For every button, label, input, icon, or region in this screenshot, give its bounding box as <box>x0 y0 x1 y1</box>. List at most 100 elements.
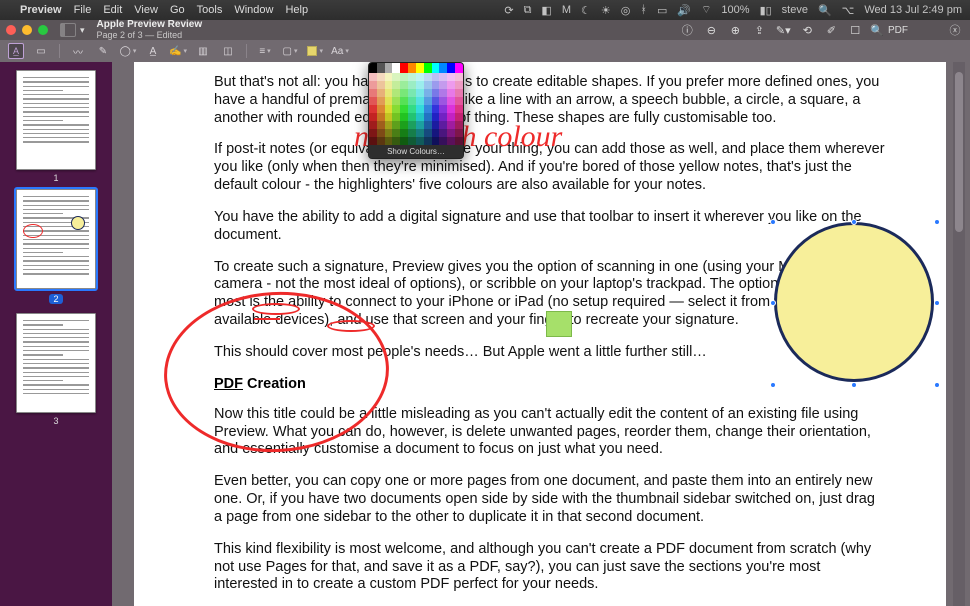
color-swatch[interactable] <box>432 73 440 81</box>
color-swatch[interactable] <box>439 137 447 145</box>
sketch-tool[interactable]: 〰 <box>70 43 86 59</box>
color-swatch[interactable] <box>408 113 416 121</box>
color-swatch[interactable] <box>416 129 424 137</box>
color-swatch[interactable] <box>432 137 440 145</box>
show-colors-button[interactable]: Show Colours… <box>369 145 463 158</box>
color-swatch[interactable] <box>455 113 463 121</box>
color-swatch[interactable] <box>455 97 463 105</box>
color-swatch[interactable] <box>408 73 416 81</box>
color-swatch[interactable] <box>424 81 432 89</box>
color-swatch[interactable] <box>392 97 400 105</box>
zoom-in-button[interactable]: ⊕ <box>726 22 744 38</box>
color-swatch[interactable] <box>416 137 424 145</box>
color-swatch[interactable] <box>392 129 400 137</box>
color-swatch[interactable] <box>400 137 408 145</box>
color-swatch[interactable] <box>447 129 455 137</box>
color-swatch[interactable] <box>408 121 416 129</box>
color-swatch[interactable] <box>424 73 432 81</box>
page-thumbnail[interactable]: 1 <box>16 70 96 183</box>
selection-handle[interactable] <box>934 382 940 388</box>
shapes-tool[interactable]: ◯ <box>120 43 136 59</box>
text-tool[interactable]: A̲ <box>145 43 161 59</box>
color-swatch[interactable] <box>408 105 416 113</box>
menu-help[interactable]: Help <box>285 4 308 16</box>
form-button[interactable]: ☐ <box>846 22 864 38</box>
color-swatch[interactable] <box>369 105 377 113</box>
color-swatch[interactable] <box>416 121 424 129</box>
color-swatch[interactable] <box>439 73 447 81</box>
color-swatch[interactable] <box>424 97 432 105</box>
search-input[interactable] <box>888 25 938 36</box>
text-style-tool[interactable]: Aa <box>332 43 348 59</box>
menu-edit[interactable]: Edit <box>103 4 122 16</box>
markup-toggle-button[interactable]: ✐ <box>822 22 840 38</box>
annotation-shape-circle[interactable] <box>774 222 934 382</box>
color-swatch[interactable] <box>369 89 377 97</box>
page-thumbnail[interactable]: 2 <box>16 189 96 307</box>
color-swatch[interactable] <box>439 113 447 121</box>
color-swatch[interactable] <box>424 121 432 129</box>
color-swatch[interactable] <box>439 97 447 105</box>
color-swatch[interactable] <box>377 137 385 145</box>
color-swatch[interactable] <box>385 137 393 145</box>
color-swatch[interactable] <box>447 137 455 145</box>
color-swatch[interactable] <box>408 97 416 105</box>
color-swatch[interactable] <box>455 121 463 129</box>
color-swatch[interactable] <box>400 89 408 97</box>
share-button[interactable]: ⇪ <box>750 22 768 38</box>
color-swatch[interactable] <box>455 81 463 89</box>
sign-tool[interactable]: ✍ <box>170 43 186 59</box>
bluetooth-icon[interactable]: ᚼ <box>640 4 647 16</box>
color-swatch[interactable] <box>432 113 440 121</box>
menu-window[interactable]: Window <box>234 4 273 16</box>
color-swatch[interactable] <box>432 105 440 113</box>
color-swatch[interactable] <box>377 105 385 113</box>
dropbox-icon[interactable]: ⧉ <box>524 4 532 17</box>
color-swatch[interactable] <box>392 89 400 97</box>
moon-icon[interactable]: ☾ <box>581 4 591 17</box>
chevron-down-icon[interactable]: ▾ <box>80 25 85 36</box>
selection-handle[interactable] <box>934 219 940 225</box>
color-swatch[interactable] <box>392 113 400 121</box>
rotate-button[interactable]: ⟲ <box>798 22 816 38</box>
color-swatch[interactable] <box>439 89 447 97</box>
color-swatch[interactable] <box>385 97 393 105</box>
color-swatch[interactable] <box>424 105 432 113</box>
fill-color-tool[interactable] <box>307 43 323 59</box>
color-swatch[interactable] <box>369 113 377 121</box>
page-thumbnail[interactable]: 3 <box>16 313 96 426</box>
color-swatch[interactable] <box>447 89 455 97</box>
color-swatch[interactable] <box>455 105 463 113</box>
color-swatch[interactable] <box>447 113 455 121</box>
color-swatch[interactable] <box>408 81 416 89</box>
search-field[interactable]: 🔍 <box>870 24 938 37</box>
color-swatch[interactable] <box>400 113 408 121</box>
color-swatch[interactable] <box>385 81 393 89</box>
line-style-tool[interactable]: ≡ <box>257 43 273 59</box>
color-swatch[interactable] <box>416 81 424 89</box>
color-swatch[interactable] <box>392 63 400 73</box>
close-button[interactable] <box>6 25 16 35</box>
selection-handle[interactable] <box>770 219 776 225</box>
selection-handle[interactable] <box>851 219 857 225</box>
color-swatch[interactable] <box>447 63 455 73</box>
color-swatch[interactable] <box>400 129 408 137</box>
color-swatch[interactable] <box>408 129 416 137</box>
display-icon[interactable]: ▭ <box>657 4 667 17</box>
color-swatch[interactable] <box>416 97 424 105</box>
loupe-tool[interactable]: ◫ <box>220 43 236 59</box>
color-swatch[interactable] <box>439 63 447 73</box>
color-swatch[interactable] <box>400 73 408 81</box>
color-swatch[interactable] <box>369 129 377 137</box>
color-swatch[interactable] <box>416 63 424 73</box>
color-swatch[interactable] <box>447 121 455 129</box>
status-icon[interactable]: ⟳ <box>504 4 513 17</box>
scrollbar-thumb[interactable] <box>955 72 963 232</box>
rect-selection-tool[interactable]: ▭ <box>33 43 49 59</box>
color-swatch[interactable] <box>432 97 440 105</box>
color-swatch[interactable] <box>416 113 424 121</box>
menu-view[interactable]: View <box>134 4 158 16</box>
color-swatch[interactable] <box>377 129 385 137</box>
color-swatch[interactable] <box>369 63 377 73</box>
menu-file[interactable]: File <box>74 4 92 16</box>
